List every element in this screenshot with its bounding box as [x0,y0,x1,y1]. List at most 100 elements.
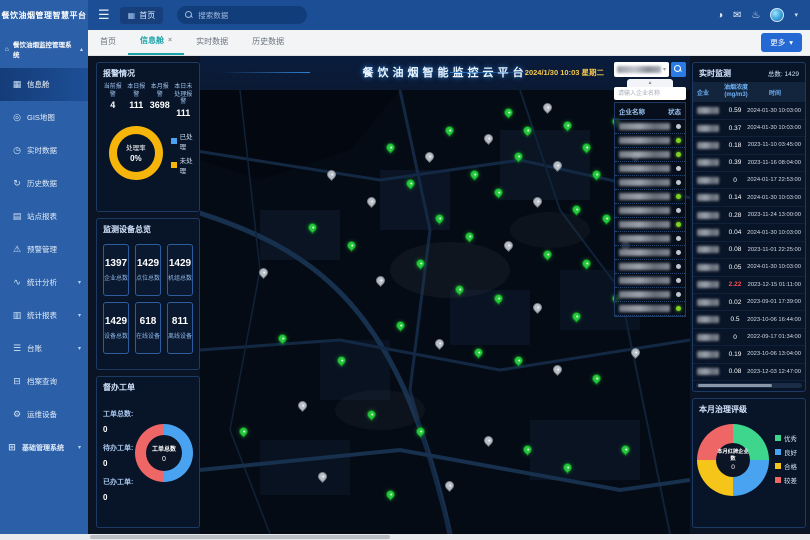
sidebar-section-header[interactable]: ⌂ 餐饮油烟监控管理系统 ▴ [0,30,88,68]
avatar[interactable] [770,8,784,22]
map-pin-online[interactable] [512,150,525,163]
enterprise-list-item[interactable] [615,176,685,190]
map-pin-offline[interactable] [629,346,642,359]
realtime-row[interactable]: 0.052024-01-30 10:03:00 [693,259,805,276]
sidebar-item-1[interactable]: ▦信息舱 [0,68,88,101]
map-pin-offline[interactable] [424,150,437,163]
map-pin-online[interactable] [600,212,613,225]
enterprise-list-item[interactable] [615,148,685,162]
map-pin-offline[interactable] [257,266,270,279]
map-pin-offline[interactable] [551,159,564,172]
enterprise-list-item[interactable] [615,260,685,274]
map-pin-offline[interactable] [482,133,495,146]
map-pin-offline[interactable] [326,168,339,181]
map-pin-online[interactable] [512,355,525,368]
map-pin-offline[interactable] [551,363,564,376]
map-pin-offline[interactable] [433,337,446,350]
map-pin-offline[interactable] [541,101,554,114]
map-pin-offline[interactable] [296,399,309,412]
map-pin-online[interactable] [541,248,554,261]
map-pin-online[interactable] [394,319,407,332]
map-pin-online[interactable] [492,292,505,305]
map-pin-online[interactable] [522,443,535,456]
map-pin-online[interactable] [590,168,603,181]
close-tab-icon[interactable]: × [168,37,172,44]
map-pin-online[interactable] [463,230,476,243]
tab-4[interactable]: 历史数据 [240,29,296,55]
map-pin-online[interactable] [345,239,358,252]
realtime-row[interactable]: 0.082023-11-01 22:25:00 [693,242,805,259]
tab-3[interactable]: 实时数据 [184,29,240,55]
map-pin-online[interactable] [580,257,593,270]
realtime-row[interactable]: 0.182023-11-10 03:45:00 [693,137,805,154]
realtime-row[interactable]: 2.222023-12-15 01:11:00 [693,277,805,294]
enterprise-list-item[interactable] [615,204,685,218]
enterprise-list-item[interactable] [615,232,685,246]
map-pin-online[interactable] [492,186,505,199]
map-pin-online[interactable] [468,168,481,181]
enterprise-select[interactable]: ▾ [614,62,669,77]
sidebar-item-9[interactable]: ☰台账▾ [0,332,88,365]
map-pin-online[interactable] [473,346,486,359]
realtime-row[interactable]: 0.372024-01-30 10:03:00 [693,120,805,137]
home-tab-chip[interactable]: ▦ 首页 [120,7,164,24]
enterprise-search-button[interactable] [671,62,686,77]
enterprise-list-item[interactable] [615,162,685,176]
sidebar-item-5[interactable]: ▤站点报表 [0,200,88,233]
map-pin-online[interactable] [453,283,466,296]
enterprise-list-item[interactable] [615,134,685,148]
map-pin-online[interactable] [306,221,319,234]
map-pin-online[interactable] [414,426,427,439]
hamburger-menu-icon[interactable]: ☰ [98,7,110,23]
realtime-row[interactable]: 02022-09-17 01:34:00 [693,329,805,346]
map-pin-online[interactable] [580,141,593,154]
map-pin-online[interactable] [443,124,456,137]
user-menu-chevron-icon[interactable]: ▾ [794,11,798,19]
enterprise-list-item[interactable] [615,288,685,302]
map-pin-online[interactable] [571,310,584,323]
realtime-row[interactable]: 0.042024-01-30 10:03:00 [693,224,805,241]
realtime-row[interactable]: 0.592024-01-30 10:03:00 [693,102,805,119]
map-pin-online[interactable] [414,257,427,270]
map-pin-offline[interactable] [531,195,544,208]
map-pin-online[interactable] [237,426,250,439]
map-pin-offline[interactable] [502,239,515,252]
map-canvas[interactable]: 餐饮油烟智能监控云平台 2024/1/30 10:03 星期二 [200,56,690,534]
map-pin-offline[interactable] [531,301,544,314]
sidebar-item-7[interactable]: ∿统计分析▾ [0,266,88,299]
realtime-row[interactable]: 0.082023-12-03 12:47:00 [693,364,805,381]
header-search-input[interactable] [198,11,298,20]
sidebar-item-11[interactable]: ⚙运维设备 [0,398,88,431]
map-pin-online[interactable] [404,177,417,190]
sidebar-item-8[interactable]: ▥统计报表▾ [0,299,88,332]
map-pin-online[interactable] [590,372,603,385]
map-pin-online[interactable] [335,355,348,368]
theme-skin-icon[interactable]: ◑ [717,10,723,21]
more-button[interactable]: 更多 ▾ [761,33,802,52]
enterprise-list-item[interactable] [615,246,685,260]
page-hscrollbar[interactable] [0,534,810,540]
map-pin-online[interactable] [522,124,535,137]
sidebar-item-4[interactable]: ↻历史数据 [0,167,88,200]
sidebar-item-6[interactable]: ⚠预警管理 [0,233,88,266]
map-pin-online[interactable] [561,461,574,474]
sidebar-item-10[interactable]: ⊟档案查询 [0,365,88,398]
realtime-row[interactable]: 0.192023-10-06 13:04:00 [693,346,805,363]
map-pin-offline[interactable] [365,195,378,208]
realtime-row[interactable]: 0.52023-10-06 16:44:00 [693,311,805,328]
flame-icon[interactable]: ♨ [752,10,761,21]
header-search[interactable] [177,6,307,24]
enterprise-list-item[interactable] [615,218,685,232]
sidebar-item-2[interactable]: ◎GIS地图 [0,101,88,134]
map-pin-online[interactable] [433,212,446,225]
map-pin-online[interactable] [384,488,397,501]
tab-1[interactable]: 首页 [88,29,128,55]
realtime-row[interactable]: 0.022023-09-01 17:39:00 [693,294,805,311]
enterprise-name-input[interactable] [614,87,686,100]
tab-2[interactable]: 信息舱× [128,29,184,55]
map-pin-offline[interactable] [482,434,495,447]
enterprise-list-item[interactable] [615,190,685,204]
map-pin-offline[interactable] [375,275,388,288]
map-pin-online[interactable] [571,204,584,217]
map-pin-online[interactable] [502,106,515,119]
